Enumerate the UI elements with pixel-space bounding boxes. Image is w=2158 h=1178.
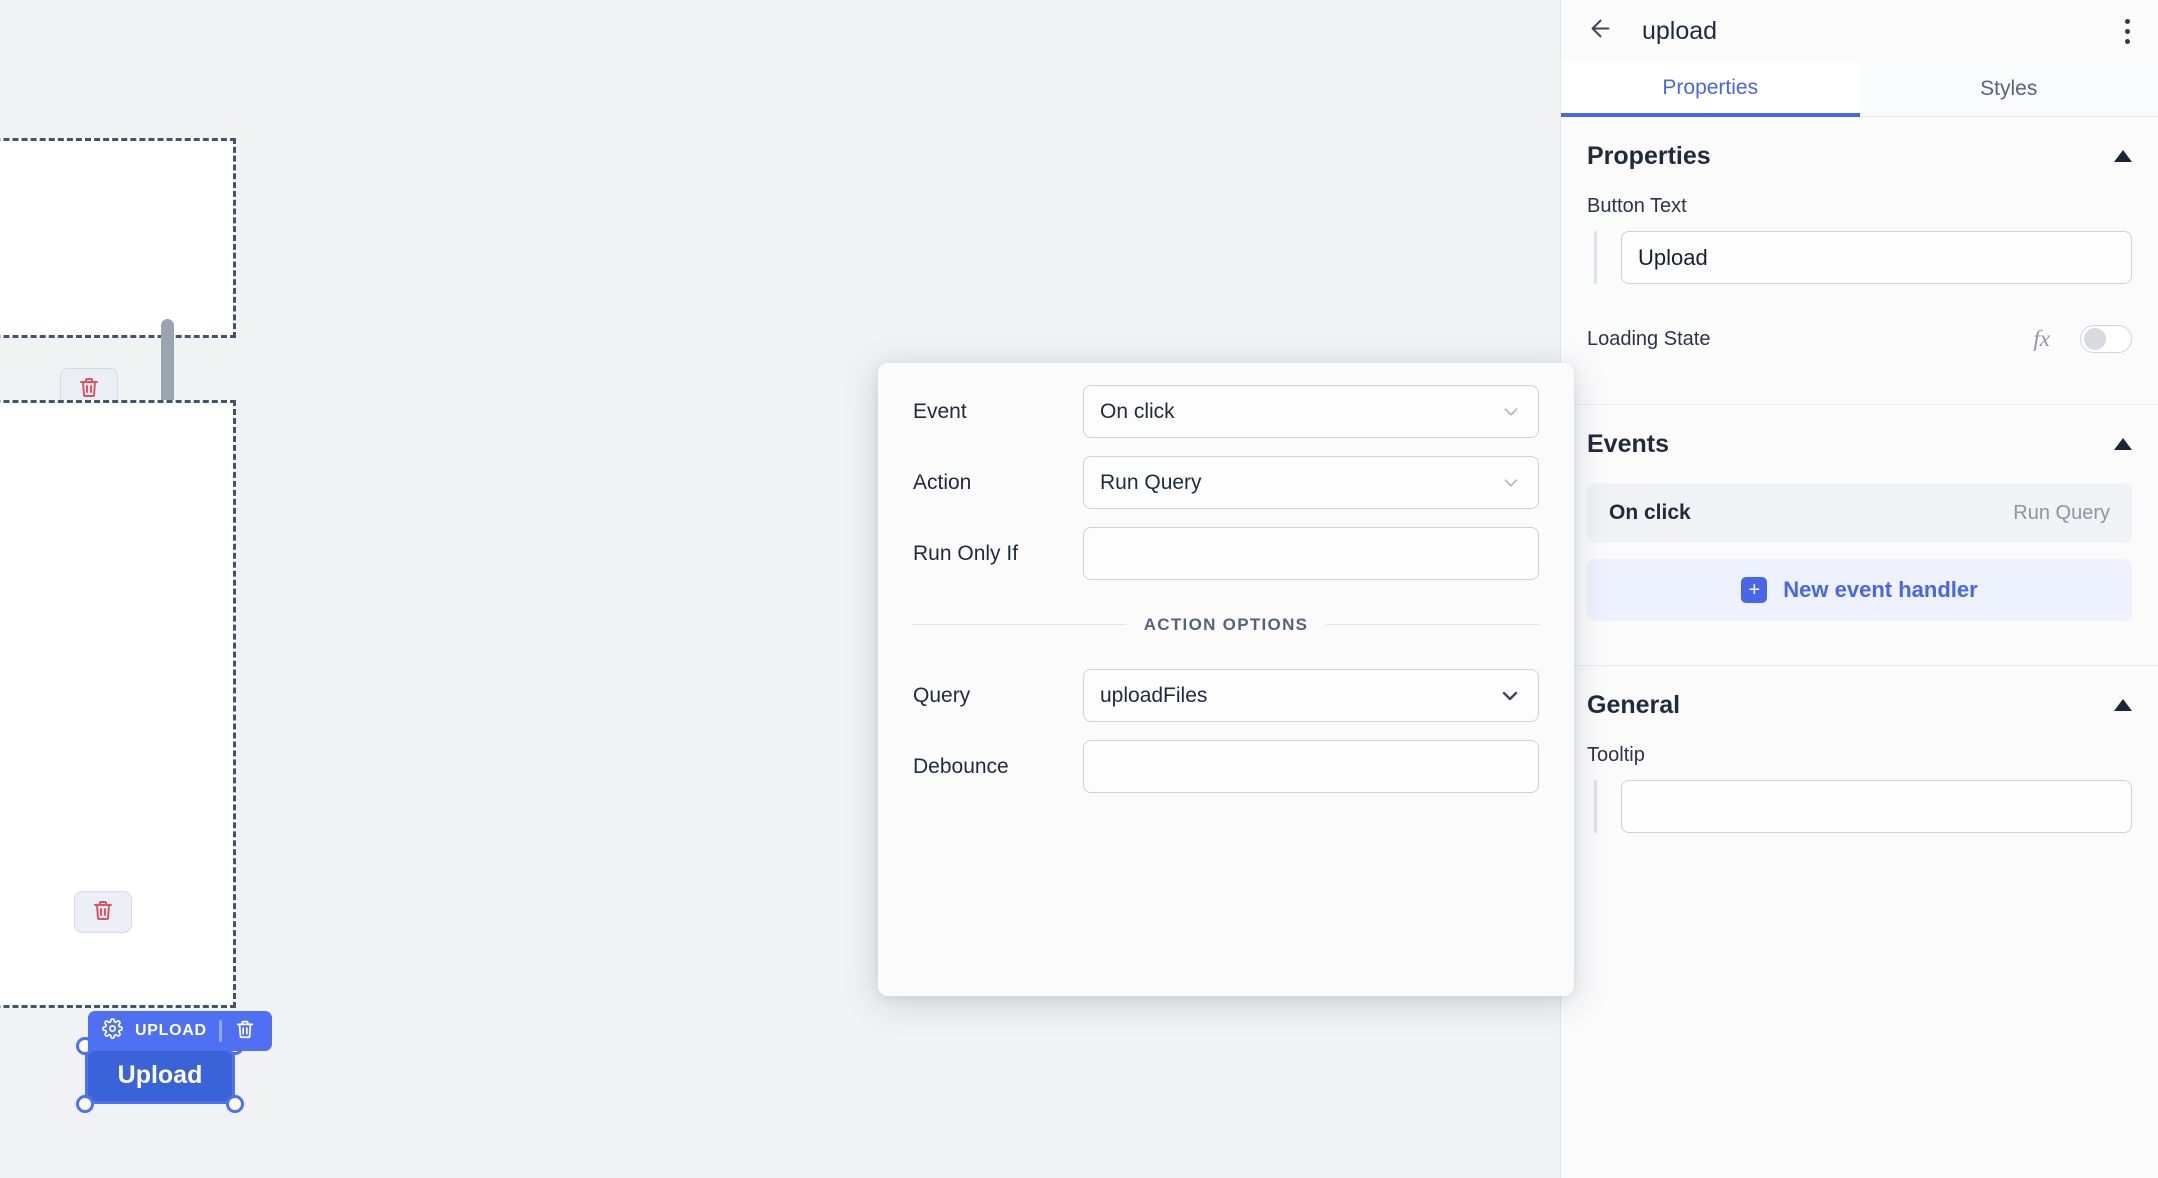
upper-drop-zone[interactable] [0, 138, 236, 445]
tooltip-input[interactable] [1621, 780, 2132, 833]
event-handler-name: On click [1609, 501, 1691, 524]
action-select[interactable]: Run Query [1083, 456, 1539, 509]
event-handler-modal[interactable]: Event On click Action Run Query Run Only… [878, 363, 1574, 996]
chevron-down-icon [1500, 401, 1522, 423]
new-event-handler-button[interactable]: + New event handler [1587, 559, 2132, 621]
run-only-if-input[interactable] [1083, 527, 1539, 580]
chevron-down-icon [1498, 684, 1522, 708]
trash-icon [91, 898, 115, 927]
resize-handle-bottom-right[interactable] [226, 1095, 244, 1113]
button-text-label: Button Text [1587, 195, 1687, 217]
plus-icon: + [1741, 577, 1768, 603]
tab-properties[interactable]: Properties [1561, 62, 1860, 117]
badge-label: UPLOAD [135, 1022, 207, 1039]
indent-guide [1594, 231, 1597, 284]
action-options-label: ACTION OPTIONS [1143, 614, 1309, 634]
toggle-knob [2084, 328, 2106, 350]
panel-header: upload [1561, 0, 2158, 62]
upload-button[interactable]: Upload [88, 1049, 232, 1101]
divider-line-left [913, 624, 1126, 625]
run-only-if-label: Run Only If [913, 541, 1019, 565]
inspector-panel: upload Properties Styles Properties Butt… [1560, 0, 2158, 1178]
events-section-header[interactable]: Events [1587, 405, 2132, 483]
query-row: Query uploadFiles [913, 669, 1539, 722]
event-label: Event [913, 399, 967, 423]
tooltip-label: Tooltip [1587, 744, 1645, 766]
collapse-triangle-icon[interactable] [2114, 438, 2132, 450]
more-vertical-icon[interactable] [2119, 13, 2136, 50]
widget-selection-frame[interactable]: Upload [76, 1037, 244, 1113]
debounce-row: Debounce [913, 740, 1539, 793]
chevron-down-icon [1500, 472, 1522, 494]
debounce-label: Debounce [913, 754, 1009, 778]
event-select[interactable]: On click [1083, 385, 1539, 438]
action-select-value: Run Query [1100, 470, 1202, 494]
collapse-triangle-icon[interactable] [2114, 699, 2132, 711]
button-text-input[interactable]: Upload [1621, 231, 2132, 284]
action-options-divider: ACTION OPTIONS [913, 598, 1539, 651]
event-handler-item[interactable]: On click Run Query [1587, 483, 2132, 543]
collapse-triangle-icon[interactable] [2114, 150, 2132, 162]
divider-line-right [1326, 624, 1539, 625]
query-select-value: uploadFiles [1100, 683, 1208, 707]
event-handler-action: Run Query [2013, 501, 2110, 524]
fx-icon[interactable]: fx [2033, 326, 2050, 352]
widget-selection-badge[interactable]: UPLOAD [88, 1011, 272, 1051]
button-text-field-wrap: Upload [1587, 231, 2132, 284]
panel-tabs: Properties Styles [1561, 62, 2158, 117]
loading-state-label: Loading State [1587, 327, 1711, 350]
action-row: Action Run Query [913, 456, 1539, 509]
back-arrow-icon[interactable] [1587, 15, 1614, 47]
event-row: Event On click [913, 385, 1539, 438]
query-select[interactable]: uploadFiles [1083, 669, 1539, 722]
properties-section-header[interactable]: Properties [1587, 117, 2132, 195]
tab-styles[interactable]: Styles [1859, 62, 2158, 117]
badge-divider [218, 1020, 222, 1042]
general-section-header[interactable]: General [1587, 666, 2132, 744]
run-only-if-row: Run Only If [913, 527, 1539, 580]
lower-drop-zone[interactable] [0, 400, 236, 1008]
loading-state-toggle[interactable] [2080, 325, 2132, 353]
new-event-handler-label: New event handler [1783, 577, 1978, 602]
trash-icon[interactable] [234, 1018, 256, 1045]
action-label: Action [913, 470, 972, 494]
events-section-title: Events [1587, 429, 1669, 458]
properties-section-title: Properties [1587, 141, 1711, 170]
events-section: Events On click Run Query + New event ha… [1561, 405, 2158, 666]
loading-state-row: Loading State fx [1587, 310, 2132, 368]
general-section-title: General [1587, 690, 1681, 719]
properties-section: Properties Button Text Upload Loading St… [1561, 117, 2158, 405]
indent-guide [1594, 780, 1597, 833]
general-section: General Tooltip [1561, 666, 2158, 833]
page-title: upload [1642, 16, 1718, 45]
event-select-value: On click [1100, 399, 1175, 423]
delete-button[interactable] [74, 891, 132, 933]
gear-icon[interactable] [102, 1018, 123, 1044]
debounce-input[interactable] [1083, 740, 1539, 793]
app-root: UPLOAD Upload Event On click Action Run … [0, 0, 2158, 1178]
resize-handle-bottom-left[interactable] [76, 1095, 94, 1113]
query-label: Query [913, 683, 971, 707]
tooltip-field-wrap [1587, 780, 2132, 833]
